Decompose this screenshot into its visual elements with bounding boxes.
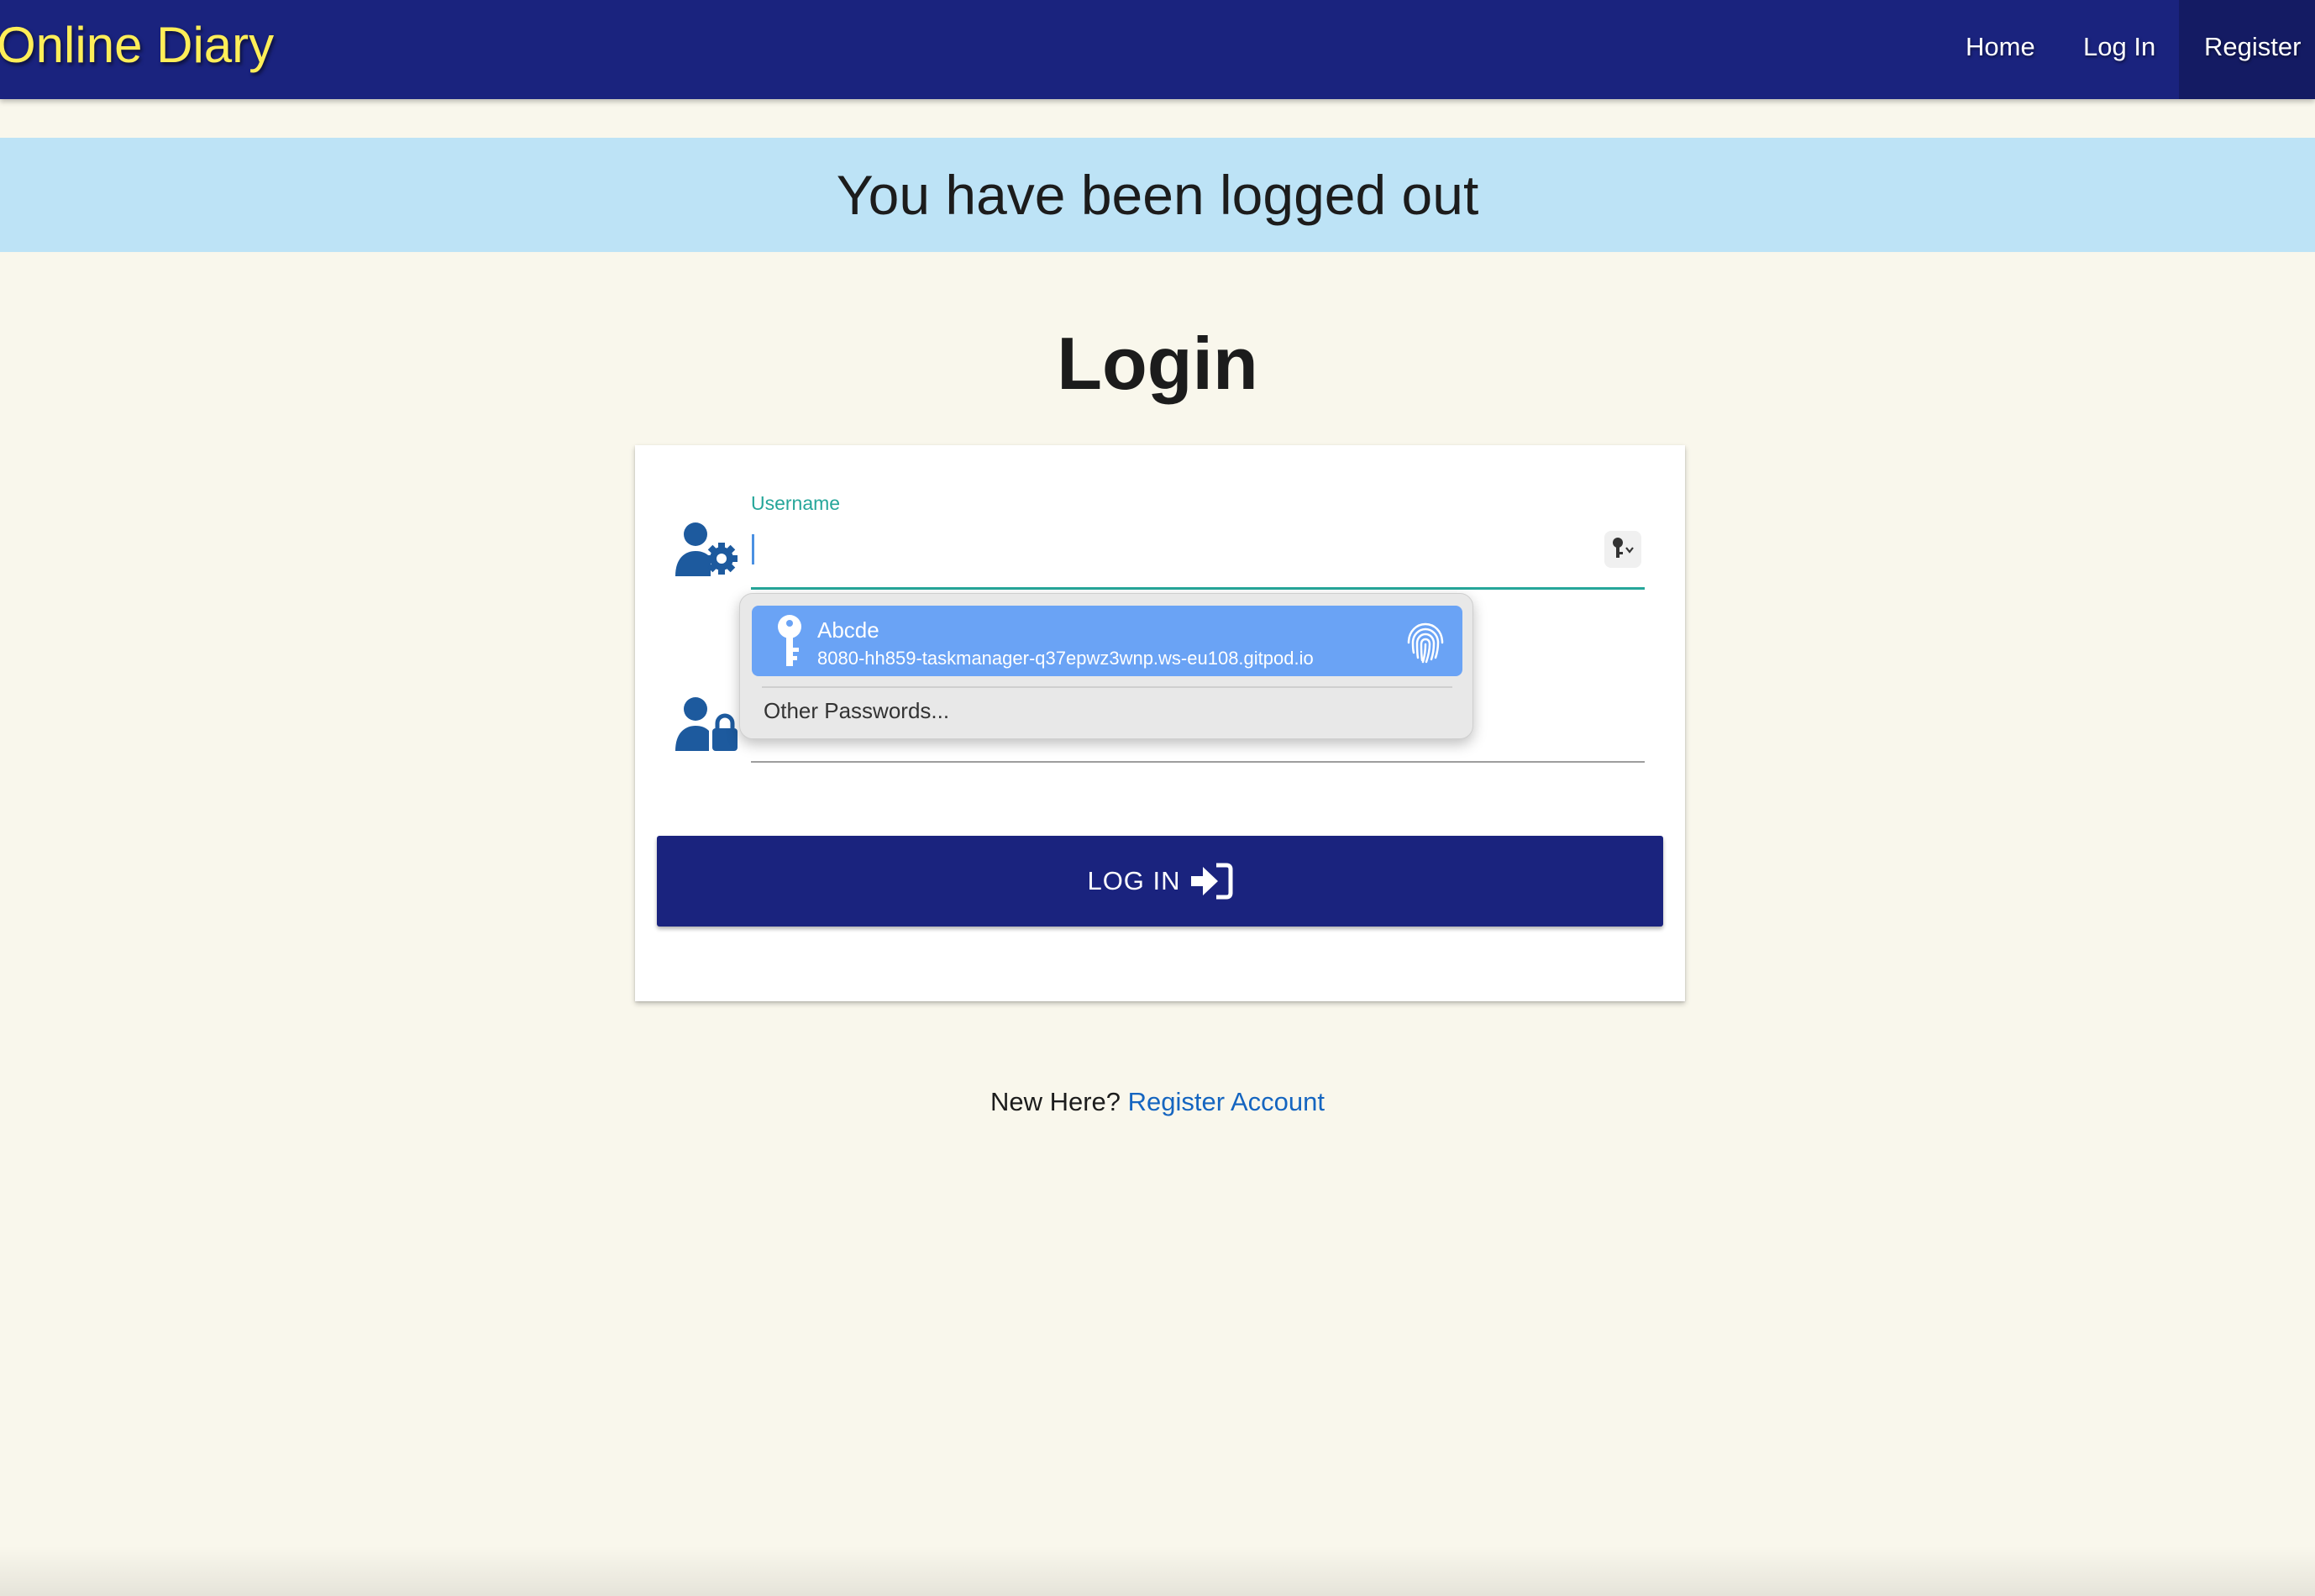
page: Online Diary Home Log In Register You ha… [0, 0, 2315, 1596]
nav-home-link[interactable]: Home [1966, 0, 2035, 99]
username-input[interactable] [751, 522, 1645, 590]
text-caret [752, 534, 754, 564]
password-autofill-popup: Abcde 8080-hh859-taskmanager-q37epwz3wnp… [739, 593, 1473, 739]
nav-login-link[interactable]: Log In [2083, 0, 2155, 99]
page-title: Login [1057, 322, 1258, 405]
autofill-account-name: Abcde [817, 617, 879, 643]
autofill-site-url: 8080-hh859-taskmanager-q37epwz3wnp.ws-eu… [817, 648, 1314, 669]
other-passwords-option[interactable]: Other Passwords... [764, 698, 949, 724]
username-label: Username [751, 492, 841, 514]
bottom-shade [0, 1546, 2315, 1596]
login-submit-button[interactable]: LOG IN [657, 836, 1663, 927]
fingerprint-icon [1407, 622, 1444, 664]
autofill-credential-item[interactable]: Abcde 8080-hh859-taskmanager-q37epwz3wnp… [752, 606, 1462, 676]
key-icon [778, 615, 801, 666]
login-button-label: LOG IN [1087, 866, 1181, 895]
user-gear-icon [675, 522, 738, 576]
logout-flash-message: You have been logged out [0, 138, 2315, 252]
password-key-button[interactable] [1604, 531, 1641, 568]
sign-in-icon [1190, 863, 1233, 900]
user-lock-icon [675, 697, 738, 751]
nav-register-link[interactable]: Register [2179, 0, 2315, 99]
navbar: Online Diary Home Log In Register [0, 0, 2315, 99]
brand-logo-link[interactable]: Online Diary [0, 15, 274, 76]
autofill-divider [762, 686, 1452, 688]
register-prompt-text: New Here? [990, 1087, 1121, 1116]
register-account-link[interactable]: Register Account [1128, 1087, 1325, 1116]
register-prompt: New Here? Register Account [0, 1087, 2315, 1117]
key-dropdown-icon [1613, 538, 1634, 558]
